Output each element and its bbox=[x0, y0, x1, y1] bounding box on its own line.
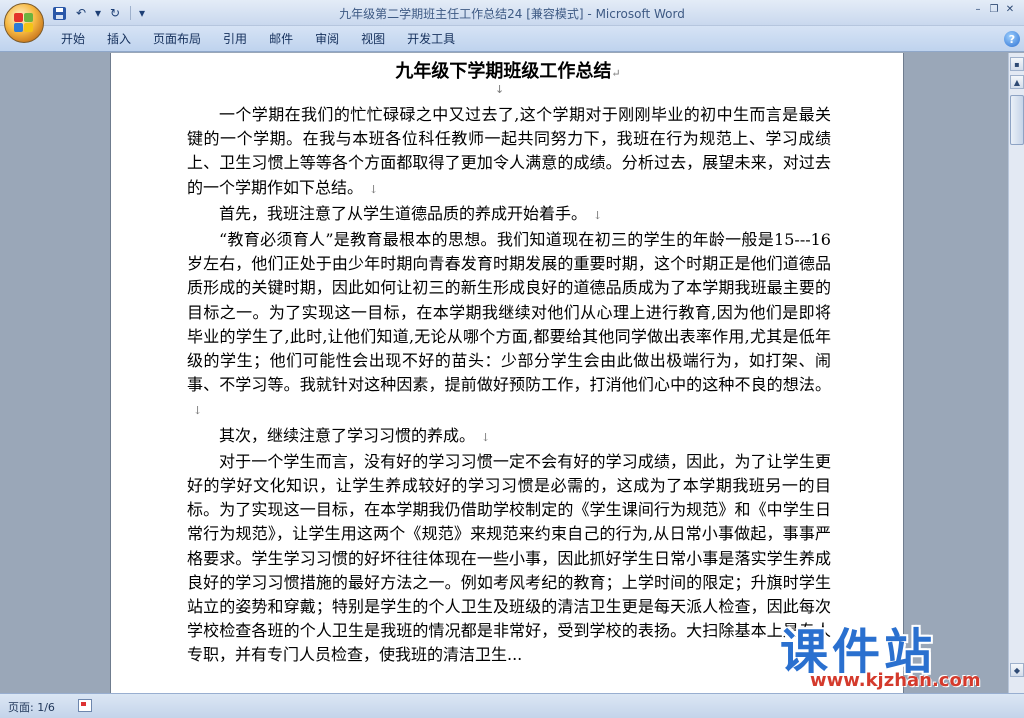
tab-home[interactable]: 开始 bbox=[50, 31, 96, 47]
previous-page-button[interactable]: ◆ bbox=[1010, 663, 1024, 677]
scroll-up-button[interactable]: ▲ bbox=[1010, 75, 1024, 89]
proofing-icon[interactable] bbox=[78, 699, 92, 712]
document-page[interactable]: 九年级下学期班级工作总结↵ ↓ 一个学期在我们的忙忙碌碌之中又过去了,这个学期对… bbox=[110, 53, 904, 693]
tab-review[interactable]: 审阅 bbox=[304, 31, 350, 47]
minimize-button[interactable]: – bbox=[970, 2, 986, 16]
document-body[interactable]: 一个学期在我们的忙忙碌碌之中又过去了,这个学期对于刚刚毕业的初中生而言是最关键的… bbox=[187, 103, 831, 668]
close-button[interactable]: ✕ bbox=[1002, 2, 1018, 16]
restore-button[interactable]: ❐ bbox=[986, 2, 1002, 16]
ribbon: 开始 插入 页面布局 引用 邮件 审阅 视图 开发工具 ? bbox=[0, 26, 1024, 52]
title-bar: ↶ ▾ ↻ ▾ 九年级第二学期班主任工作总结24 [兼容模式] - Micros… bbox=[0, 0, 1024, 26]
status-bar: 页面: 1/6 bbox=[0, 693, 1024, 718]
line-break-mark-icon: ↓ bbox=[481, 430, 491, 444]
line-break-mark-icon: ↓ bbox=[495, 83, 505, 96]
paragraph[interactable]: “教育必须育人”是教育最根本的思想。我们知道现在初三的学生的年龄一般是15---… bbox=[187, 228, 831, 424]
paragraph-text: 一个学期在我们的忙忙碌碌之中又过去了,这个学期对于刚刚毕业的初中生而言是最关键的… bbox=[187, 105, 831, 197]
browse-object-icon: ◆ bbox=[1013, 665, 1021, 675]
scrollbar-thumb[interactable] bbox=[1010, 95, 1024, 145]
ruler-toggle-button[interactable]: ▪ bbox=[1010, 57, 1024, 71]
watermark-url: www.kjzhan.com bbox=[810, 670, 981, 691]
ribbon-tabs: 开始 插入 页面布局 引用 邮件 审阅 视图 开发工具 bbox=[50, 31, 466, 47]
window-title: 九年级第二学期班主任工作总结24 [兼容模式] - Microsoft Word bbox=[339, 7, 685, 21]
line-break-mark-icon: ↓ bbox=[593, 208, 603, 222]
vertical-scrollbar[interactable]: ▪ ▲ ◆ bbox=[1008, 53, 1024, 693]
paragraph-mark-icon: ↵ bbox=[611, 67, 621, 80]
line-break-mark-icon: ↓ bbox=[193, 404, 203, 418]
paragraph[interactable]: 一个学期在我们的忙忙碌碌之中又过去了,这个学期对于刚刚毕业的初中生而言是最关键的… bbox=[187, 103, 831, 202]
paragraph-text: 其次，继续注意了学习习惯的养成。 bbox=[219, 425, 476, 445]
watermark-logo: 课件站 www.kjzhan.com bbox=[756, 612, 1012, 692]
chevron-up-icon: ▲ bbox=[1013, 77, 1021, 87]
tab-references[interactable]: 引用 bbox=[212, 31, 258, 47]
help-button[interactable]: ? bbox=[1004, 31, 1020, 47]
tab-view[interactable]: 视图 bbox=[350, 31, 396, 47]
paragraph[interactable]: 其次，继续注意了学习习惯的养成。 ↓ bbox=[187, 424, 831, 450]
ruler-icon: ▪ bbox=[1014, 59, 1020, 69]
paragraph-text: 对于一个学生而言，没有好的学习习惯一定不会有好的学习成绩，因此，为了让学生更好的… bbox=[187, 451, 831, 665]
line-break-mark-icon: ↓ bbox=[369, 182, 379, 196]
tab-insert[interactable]: 插入 bbox=[96, 31, 142, 47]
tab-developer[interactable]: 开发工具 bbox=[396, 31, 466, 47]
paragraph-text: “教育必须育人”是教育最根本的思想。我们知道现在初三的学生的年龄一般是15---… bbox=[187, 230, 831, 395]
paragraph[interactable]: 首先，我班注意了从学生道德品质的养成开始着手。 ↓ bbox=[187, 202, 831, 228]
document-title[interactable]: 九年级下学期班级工作总结↵ bbox=[111, 57, 905, 83]
office-logo-icon bbox=[14, 13, 34, 33]
page-indicator[interactable]: 页面: 1/6 bbox=[8, 699, 55, 715]
tab-page-layout[interactable]: 页面布局 bbox=[142, 31, 212, 47]
document-title-text: 九年级下学期班级工作总结 bbox=[395, 61, 612, 82]
office-button[interactable] bbox=[4, 3, 44, 43]
tab-mailings[interactable]: 邮件 bbox=[258, 31, 304, 47]
paragraph[interactable]: 对于一个学生而言，没有好的学习习惯一定不会有好的学习成绩，因此，为了让学生更好的… bbox=[187, 450, 831, 668]
window-controls: – ❐ ✕ bbox=[970, 2, 1018, 16]
document-area[interactable]: 九年级下学期班级工作总结↵ ↓ 一个学期在我们的忙忙碌碌之中又过去了,这个学期对… bbox=[0, 53, 1008, 693]
paragraph-text: 首先，我班注意了从学生道德品质的养成开始着手。 bbox=[219, 203, 588, 223]
